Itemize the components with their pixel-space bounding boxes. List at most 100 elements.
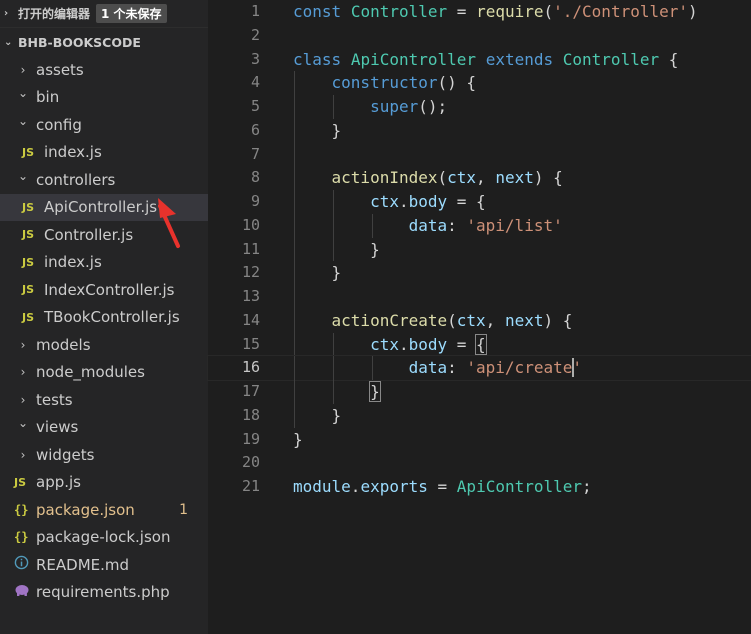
javascript-file-icon: JS: [22, 310, 35, 324]
tree-item-label: views: [36, 418, 79, 437]
tree-file[interactable]: JS TBookController.js: [0, 304, 208, 332]
tree-item-label: index.js: [44, 253, 102, 272]
tree-file[interactable]: JS index.js: [0, 139, 208, 167]
tree-folder[interactable]: › node_modules: [0, 359, 208, 387]
line-number: 1: [250, 2, 260, 20]
tree-item-label: app.js: [36, 473, 81, 492]
code-line[interactable]: 4 constructor() {: [208, 71, 751, 95]
tree-folder[interactable]: › models: [0, 331, 208, 359]
tree-folder[interactable]: ⌄ config: [0, 111, 208, 139]
line-number: 12: [241, 263, 260, 282]
tree-folder[interactable]: ⌄ controllers: [0, 166, 208, 194]
javascript-file-icon: JS: [22, 145, 35, 159]
tree-item-label: package-lock.json: [36, 528, 171, 547]
javascript-file-icon: JS: [22, 200, 35, 214]
code-line[interactable]: 21 module.exports = ApiController;: [208, 475, 751, 499]
code-line[interactable]: 6 }: [208, 118, 751, 143]
line-number: 15: [241, 334, 260, 353]
line-number: 7: [250, 144, 260, 163]
php-elephant-icon: [14, 583, 36, 601]
javascript-file-icon: JS: [22, 255, 35, 269]
open-editors-header[interactable]: › 打开的编辑器 1 个未保存: [0, 0, 208, 28]
chevron-down-icon: ⌄: [17, 113, 29, 128]
tree-file[interactable]: JS IndexController.js: [0, 276, 208, 304]
tree-item-label: requirements.php: [36, 583, 170, 602]
tree-file[interactable]: JS app.js: [0, 469, 208, 497]
red-arrow-annotation: [158, 198, 180, 248]
root-folder-label: BHB-BOOKSCODE: [18, 34, 141, 50]
info-icon: [14, 555, 36, 574]
tree-folder[interactable]: › tests: [0, 386, 208, 414]
code-line[interactable]: 3 class ApiController extends Controller …: [208, 48, 751, 72]
line-number: 10: [241, 215, 260, 234]
line-number: 4: [250, 73, 260, 92]
code-line[interactable]: 8 actionIndex(ctx, next) {: [208, 166, 751, 190]
explorer-sidebar: › 打开的编辑器 1 个未保存 ⌄ BHB-BOOKSCODE › assets ⌄…: [0, 0, 208, 634]
chevron-down-icon: ⌄: [4, 36, 13, 48]
unsaved-badge: 1 个未保存: [96, 4, 167, 23]
root-folder-header[interactable]: ⌄ BHB-BOOKSCODE: [0, 28, 208, 56]
chevron-right-icon: ›: [20, 447, 26, 462]
tree-folder[interactable]: › assets: [0, 56, 208, 84]
tree-item-label: models: [36, 335, 91, 354]
tree-item-label: config: [36, 115, 82, 134]
tree-file[interactable]: {} package.json 1: [0, 496, 208, 524]
code-line[interactable]: 17 }: [208, 380, 751, 404]
code-line[interactable]: 10 data: 'api/list': [208, 213, 751, 238]
code-editor[interactable]: 1 const Controller = require('./Controlle…: [207, 0, 751, 634]
tree-folder[interactable]: › widgets: [0, 441, 208, 469]
line-number: 8: [250, 168, 260, 187]
tree-item-label: README.md: [36, 555, 130, 574]
code-line[interactable]: 11 }: [208, 237, 751, 262]
tree-item-label: package.json: [36, 500, 135, 519]
tree-item-label: controllers: [36, 170, 116, 189]
tree-item-label: TBookController.js: [44, 308, 180, 327]
javascript-file-icon: JS: [22, 283, 35, 297]
code-line[interactable]: 9 ctx.body = {: [208, 190, 751, 214]
code-line[interactable]: 14 actionCreate(ctx, next) {: [208, 308, 751, 333]
line-number: 17: [241, 382, 260, 400]
code-line[interactable]: 1 const Controller = require('./Controlle…: [208, 0, 751, 24]
json-file-icon: {}: [14, 530, 29, 545]
code-line[interactable]: 19}: [208, 428, 751, 452]
tree-file[interactable]: README.md: [0, 551, 208, 579]
chevron-down-icon: ⌄: [17, 416, 29, 431]
chevron-right-icon: ›: [20, 392, 26, 407]
json-file-icon: {}: [14, 502, 29, 517]
open-editors-label: 打开的编辑器: [18, 7, 91, 21]
code-line[interactable]: 5 super();: [208, 95, 751, 119]
line-number: 16: [241, 358, 260, 377]
line-number: 5: [250, 97, 260, 115]
code-line[interactable]: 15 ctx.body = {: [208, 332, 751, 357]
tree-file[interactable]: requirements.php: [0, 579, 208, 607]
tree-item-label: node_modules: [36, 363, 145, 382]
tree-item-label: assets: [36, 60, 84, 79]
code-line[interactable]: 18 }: [208, 403, 751, 428]
chevron-down-icon: ⌄: [17, 86, 29, 101]
chevron-right-icon: ›: [20, 337, 26, 352]
tree-item-label: widgets: [36, 445, 95, 464]
code-line[interactable]: 7: [208, 142, 751, 167]
tree-item-label: ApiController.js: [44, 198, 158, 217]
tree-folder[interactable]: ⌄ views: [0, 414, 208, 442]
line-number: 21: [241, 477, 260, 495]
line-number: 18: [241, 405, 260, 424]
javascript-file-icon: JS: [14, 475, 27, 489]
line-number: 2: [250, 25, 260, 44]
code-line-current[interactable]: 16 data: 'api/create ': [207, 355, 751, 381]
line-number: 11: [241, 239, 260, 258]
code-line[interactable]: 20: [208, 451, 751, 475]
line-number: 3: [250, 49, 260, 68]
problem-count-badge: 1: [179, 501, 188, 518]
chevron-right-icon: ›: [20, 365, 26, 380]
tree-file[interactable]: {} package-lock.json: [0, 524, 208, 552]
tree-item-label: tests: [36, 390, 73, 409]
code-line[interactable]: 13: [208, 285, 751, 309]
code-line[interactable]: 12 }: [208, 261, 751, 285]
code-line[interactable]: 2: [208, 24, 751, 48]
chevron-right-icon: ›: [20, 62, 26, 77]
tree-folder[interactable]: ⌄ bin: [0, 84, 208, 112]
line-number: 20: [241, 453, 260, 472]
chevron-right-icon: ›: [4, 8, 9, 19]
line-number: 9: [250, 192, 260, 210]
